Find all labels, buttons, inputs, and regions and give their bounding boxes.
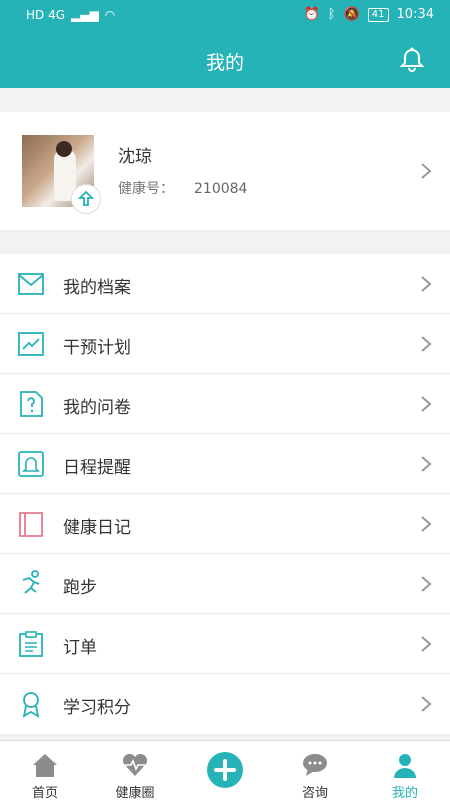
menu-item-schedule-reminder[interactable]: 日程提醒: [0, 434, 450, 494]
chevron-right-icon: [421, 696, 432, 712]
trend-chart-icon: [18, 332, 44, 356]
bluetooth-icon: ᛒ: [327, 7, 336, 22]
health-id-label: 健康号：: [118, 181, 174, 197]
chevron-right-icon: [421, 516, 432, 532]
tab-consult[interactable]: 咨询: [270, 741, 360, 800]
top-header: HD 4G ▂▄▆ ◠ ⏰ ᛒ 🔕 41 10:34 我的: [0, 0, 450, 88]
bell-icon: [18, 451, 44, 477]
tab-label: 健康圈: [115, 786, 155, 800]
menu-item-intervention-plan[interactable]: 干预计划: [0, 314, 450, 374]
tab-home[interactable]: 首页: [0, 741, 90, 800]
menu-label: 健康日记: [63, 518, 131, 538]
user-icon: [394, 754, 416, 778]
award-icon: [22, 692, 40, 718]
add-button[interactable]: [207, 752, 243, 788]
battery-level: 41: [367, 7, 389, 22]
chevron-right-icon: [421, 163, 432, 179]
chevron-right-icon: [421, 576, 432, 592]
tab-label: 咨询: [301, 786, 328, 800]
menu-item-running[interactable]: 跑步: [0, 554, 450, 614]
profile-name: 沈琼: [118, 147, 152, 167]
wifi-icon: ◠: [104, 8, 116, 22]
health-id-value: 210084: [194, 181, 248, 197]
menu-label: 我的问卷: [63, 398, 131, 418]
clock-time: 10:34: [396, 7, 434, 22]
menu-item-my-questionnaire[interactable]: 我的问卷: [0, 374, 450, 434]
page-title: 我的: [205, 52, 244, 74]
menu-item-learning-points[interactable]: 学习积分: [0, 674, 450, 734]
tab-label: 我的: [391, 786, 418, 800]
running-icon: [22, 570, 40, 594]
menu-item-orders[interactable]: 订单: [0, 614, 450, 674]
menu-label: 干预计划: [63, 338, 131, 358]
question-doc-icon: [20, 391, 43, 417]
mute-icon: 🔕: [343, 7, 360, 22]
chevron-right-icon: [421, 636, 432, 652]
chevron-right-icon: [421, 456, 432, 472]
tab-health-circle[interactable]: 健康圈: [90, 741, 180, 800]
clipboard-icon: [19, 631, 43, 657]
network-indicator: HD 4G: [26, 8, 66, 22]
menu-label: 日程提醒: [63, 458, 131, 478]
menu-item-my-records[interactable]: 我的档案: [0, 254, 450, 314]
avatar-head: [56, 141, 72, 157]
menu-label: 我的档案: [63, 278, 131, 298]
profile-card[interactable]: 沈琼 健康号： 210084: [0, 112, 450, 230]
chevron-right-icon: [421, 276, 432, 292]
notification-bell-icon[interactable]: [398, 44, 426, 72]
upload-avatar-button[interactable]: [71, 184, 101, 214]
menu-label: 订单: [63, 638, 97, 658]
alarm-icon: ⏰: [303, 7, 320, 22]
tab-label: 首页: [31, 786, 58, 800]
arrow-up-icon: [77, 190, 95, 206]
bottom-tab-bar: 首页 健康圈 咨询 我的: [0, 740, 450, 800]
menu-label: 跑步: [63, 578, 97, 598]
profile-id: 健康号： 210084: [118, 178, 247, 198]
tab-mine[interactable]: 我的: [360, 741, 450, 800]
status-right: ⏰ ᛒ 🔕 41 10:34: [304, 7, 434, 22]
chevron-right-icon: [421, 396, 432, 412]
menu-label: 学习积分: [63, 698, 131, 718]
menu-item-health-diary[interactable]: 健康日记: [0, 494, 450, 554]
chat-icon: [303, 754, 327, 776]
home-icon: [33, 754, 57, 777]
plus-icon: [214, 759, 236, 781]
diary-icon: [19, 512, 43, 537]
menu-list: 我的档案 干预计划 我的问卷 日程提醒 健康日记 跑步 订单 学习积分: [0, 254, 450, 734]
status-left: HD 4G ▂▄▆ ◠: [26, 8, 115, 22]
status-bar: HD 4G ▂▄▆ ◠ ⏰ ᛒ 🔕 41 10:34: [0, 0, 450, 32]
chevron-right-icon: [421, 336, 432, 352]
envelope-icon: [18, 273, 44, 295]
signal-icon: ▂▄▆: [71, 8, 99, 22]
heart-pulse-icon: [122, 753, 148, 776]
